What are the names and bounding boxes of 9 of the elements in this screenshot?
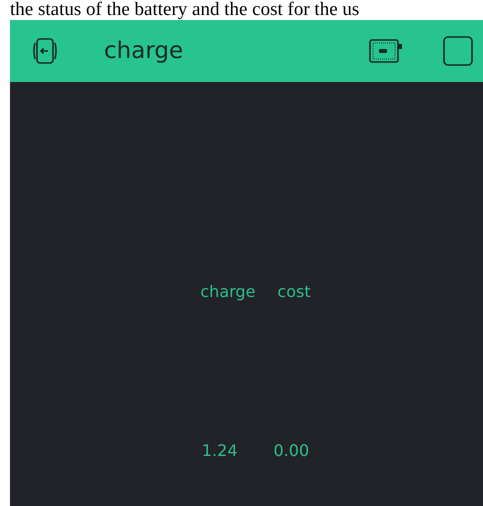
square-icon[interactable] <box>443 36 473 66</box>
exit-icon[interactable] <box>32 37 58 65</box>
document-text: the status of the battery and the cost for the us <box>9 0 360 20</box>
column-label: charge <box>200 282 256 301</box>
value-display: 0.00 <box>274 441 310 460</box>
column-label: cost <box>277 282 311 301</box>
device-icon[interactable] <box>369 38 403 64</box>
value-display: 1.24 <box>202 441 238 460</box>
app-title: charge <box>104 38 184 64</box>
